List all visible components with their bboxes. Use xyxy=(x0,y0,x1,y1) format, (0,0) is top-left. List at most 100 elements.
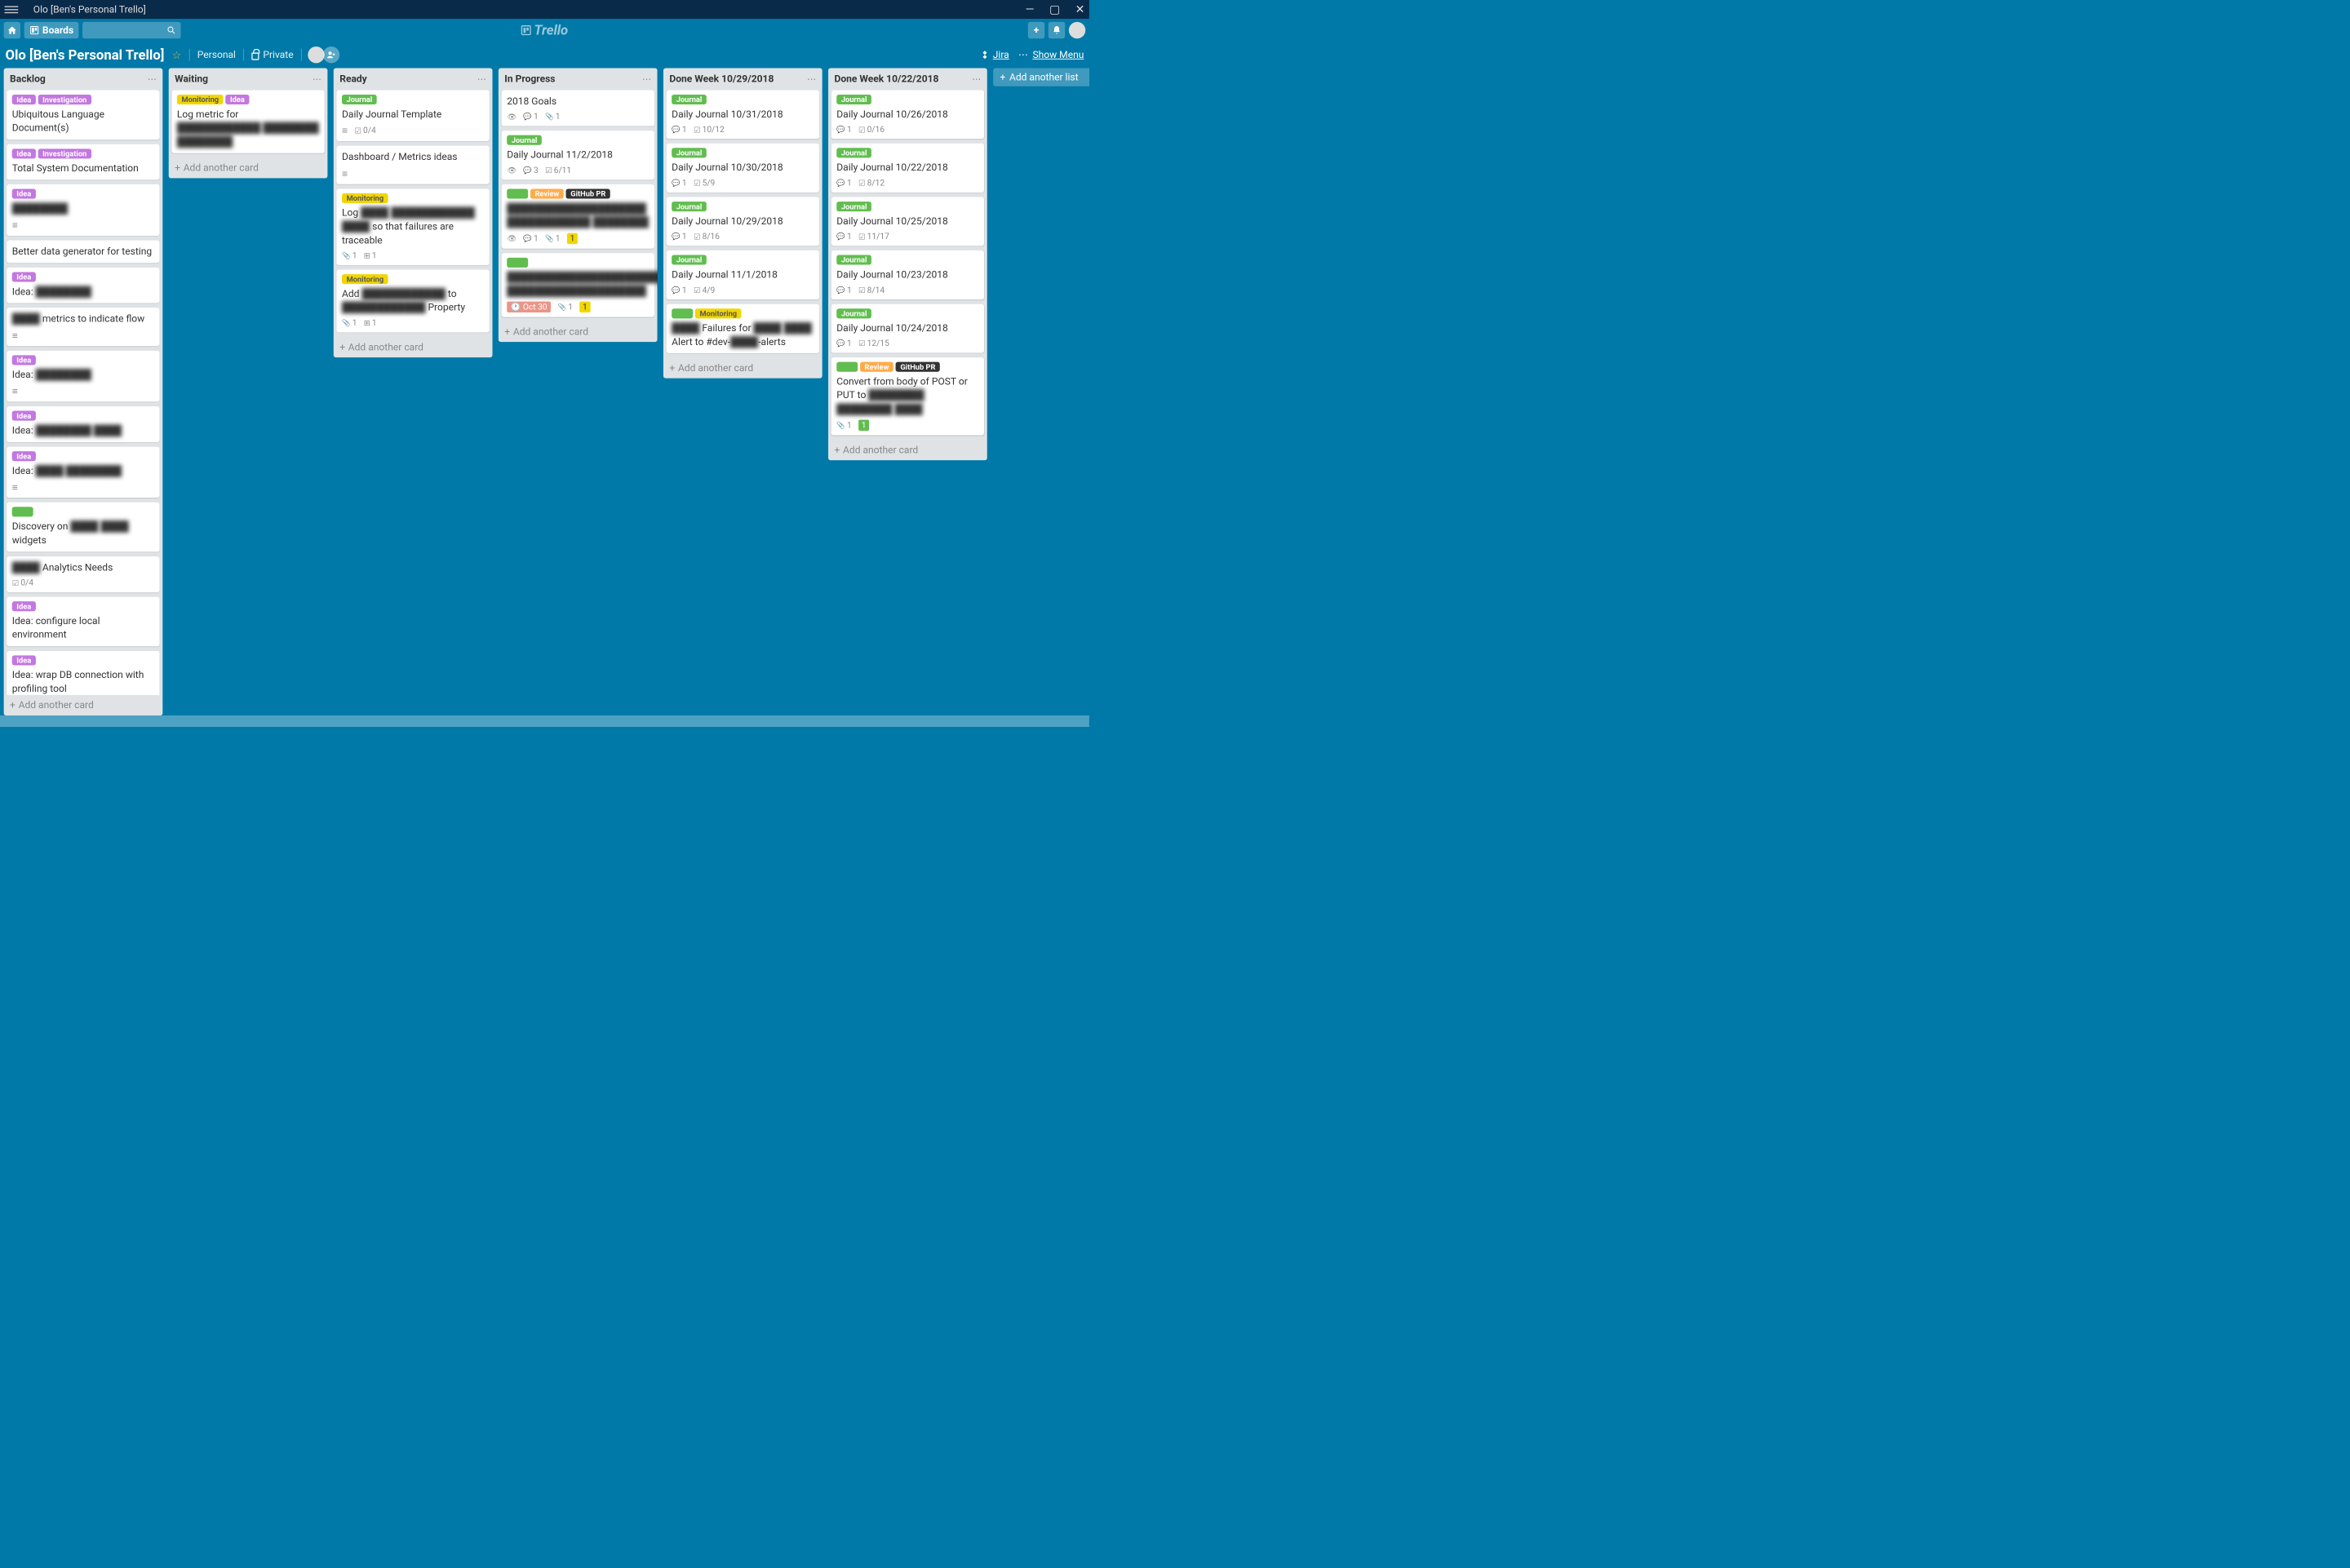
card[interactable]: ReviewGitHub PR████████████████████ ████… xyxy=(502,184,654,249)
card[interactable]: Monitoring████ Failures for ████ ████ Al… xyxy=(667,303,819,353)
card-label[interactable]: Idea xyxy=(12,95,36,104)
card[interactable]: MonitoringAdd ████████████ to ██████████… xyxy=(337,269,490,332)
list-title[interactable]: Backlog xyxy=(10,73,46,85)
card-label[interactable]: Idea xyxy=(12,188,36,198)
add-card-button[interactable]: + Add another card xyxy=(334,337,493,357)
add-list-button[interactable]: + Add another list xyxy=(993,68,1089,86)
list-title[interactable]: Ready xyxy=(339,73,367,85)
list-menu-icon[interactable]: ⋯ xyxy=(972,73,981,84)
team-label[interactable]: Personal xyxy=(197,49,236,60)
board-title[interactable]: Olo [Ben's Personal Trello] xyxy=(5,47,164,62)
card[interactable]: IdeaIdea: ████████ ████ xyxy=(7,406,159,442)
card-label[interactable]: Journal xyxy=(672,202,707,211)
card-label[interactable]: Idea xyxy=(12,272,36,281)
hamburger-icon[interactable] xyxy=(5,2,19,16)
list-title[interactable]: Waiting xyxy=(175,73,208,85)
card-label[interactable]: Journal xyxy=(507,135,542,145)
board-canvas[interactable]: Backlog ⋯ IdeaInvestigationUbiquitous Lang… xyxy=(0,68,1089,715)
card[interactable]: IdeaIdea: configure local environment xyxy=(7,596,159,646)
trello-logo[interactable]: Trello xyxy=(521,22,568,38)
minimize-icon[interactable]: — xyxy=(1026,2,1035,16)
card[interactable]: JournalDaily Journal 10/26/201810/16 xyxy=(831,90,984,139)
card-label[interactable]: Review xyxy=(860,362,893,372)
card-label[interactable]: Journal xyxy=(342,95,377,104)
card-label[interactable]: Journal xyxy=(836,308,871,318)
boards-button[interactable]: Boards xyxy=(24,22,79,38)
card[interactable]: IdeaIdea: wrap DB connection with profil… xyxy=(7,651,159,695)
card-label[interactable]: Journal xyxy=(836,202,871,211)
add-card-button[interactable]: + Add another card xyxy=(169,157,328,178)
search-input[interactable] xyxy=(82,22,181,38)
card[interactable]: ████ Analytics Needs0/4 xyxy=(7,556,159,592)
card[interactable]: MonitoringIdeaLog metric for ███████████… xyxy=(171,90,324,153)
card[interactable]: ████ metrics to indicate flow xyxy=(7,308,159,346)
card[interactable]: ████████████████████████ ███████████████… xyxy=(502,253,654,317)
card-label[interactable]: Monitoring xyxy=(177,95,224,104)
card-label[interactable]: Idea xyxy=(12,601,36,611)
card[interactable]: IdeaInvestigationTotal System Documentat… xyxy=(7,144,159,179)
avatar[interactable] xyxy=(308,47,324,63)
list-menu-icon[interactable]: ⋯ xyxy=(642,73,651,84)
card-label[interactable] xyxy=(507,188,528,198)
card[interactable]: JournalDaily Journal 10/31/2018110/12 xyxy=(667,90,819,139)
show-menu-button[interactable]: ⋯ Show Menu xyxy=(1018,49,1084,60)
user-avatar[interactable] xyxy=(1069,22,1085,38)
close-icon[interactable]: ✕ xyxy=(1075,2,1085,16)
card-label[interactable]: Investigation xyxy=(38,148,91,158)
add-card-button[interactable]: + Add another card xyxy=(828,440,987,460)
card-label[interactable] xyxy=(672,308,693,318)
card-label[interactable]: Journal xyxy=(836,95,871,104)
list-title[interactable]: Done Week 10/22/2018 xyxy=(834,73,938,85)
card-label[interactable]: Monitoring xyxy=(342,193,388,203)
card-label[interactable]: Journal xyxy=(672,255,707,264)
card-label[interactable] xyxy=(836,362,858,372)
card-label[interactable]: Review xyxy=(530,188,564,198)
card[interactable]: Dashboard / Metrics ideas xyxy=(337,146,490,184)
add-member-button[interactable] xyxy=(323,47,339,63)
card-label[interactable]: GitHub PR xyxy=(896,362,940,372)
card-label[interactable]: Journal xyxy=(836,148,871,157)
card[interactable]: JournalDaily Journal 10/22/201818/12 xyxy=(831,144,984,193)
card-label[interactable]: Journal xyxy=(672,148,707,157)
maximize-icon[interactable]: ▢ xyxy=(1049,2,1060,16)
card-label[interactable]: Idea xyxy=(12,148,36,158)
add-card-button[interactable]: + Add another card xyxy=(4,695,163,715)
card[interactable]: JournalDaily Journal Template0/4 xyxy=(337,90,490,141)
card-label[interactable]: GitHub PR xyxy=(566,188,610,198)
card-label[interactable]: Idea xyxy=(12,655,36,665)
card[interactable]: 2018 Goals11 xyxy=(502,90,654,126)
card[interactable]: JournalDaily Journal 10/29/201818/16 xyxy=(667,197,819,246)
card-label[interactable]: Monitoring xyxy=(695,308,742,318)
card[interactable]: JournalDaily Journal 10/30/201815/9 xyxy=(667,144,819,193)
add-card-button[interactable]: + Add another card xyxy=(663,358,822,379)
card-label[interactable]: Journal xyxy=(836,255,871,264)
star-icon[interactable]: ☆ xyxy=(172,49,182,61)
card[interactable]: Better data generator for testing xyxy=(7,240,159,263)
card[interactable]: Discovery on ████ ████ widgets xyxy=(7,502,159,551)
home-button[interactable] xyxy=(4,22,20,38)
card[interactable]: ReviewGitHub PRConvert from body of POST… xyxy=(831,357,984,436)
card-label[interactable]: Idea xyxy=(12,410,36,420)
card[interactable]: JournalDaily Journal 10/25/2018111/17 xyxy=(831,197,984,246)
list-menu-icon[interactable]: ⋯ xyxy=(477,73,486,84)
list-title[interactable]: Done Week 10/29/2018 xyxy=(669,73,774,85)
add-card-button[interactable]: + Add another card xyxy=(499,321,658,342)
list-title[interactable]: In Progress xyxy=(504,73,555,85)
card[interactable]: IdeaIdea: ████ ████████ xyxy=(7,446,159,498)
list-menu-icon[interactable]: ⋯ xyxy=(807,73,816,84)
list-menu-icon[interactable]: ⋯ xyxy=(148,73,157,84)
jira-link[interactable]: Jira xyxy=(980,49,1009,60)
card-label[interactable] xyxy=(12,507,33,516)
card-label[interactable]: Monitoring xyxy=(342,274,388,284)
card-label[interactable]: Idea xyxy=(225,95,249,104)
card[interactable]: IdeaIdea: ████████ xyxy=(7,351,159,402)
notifications-button[interactable] xyxy=(1049,22,1065,38)
card[interactable]: IdeaIdea: ████████ xyxy=(7,268,159,303)
create-button[interactable]: + xyxy=(1028,22,1044,38)
card-label[interactable]: Idea xyxy=(12,355,36,365)
card[interactable]: JournalDaily Journal 10/23/201818/14 xyxy=(831,250,984,299)
list-menu-icon[interactable]: ⋯ xyxy=(313,73,321,84)
card-label[interactable]: Idea xyxy=(12,451,36,461)
card[interactable]: IdeaInvestigationUbiquitous Language Doc… xyxy=(7,90,159,140)
card[interactable]: JournalDaily Journal 11/1/201814/9 xyxy=(667,250,819,299)
